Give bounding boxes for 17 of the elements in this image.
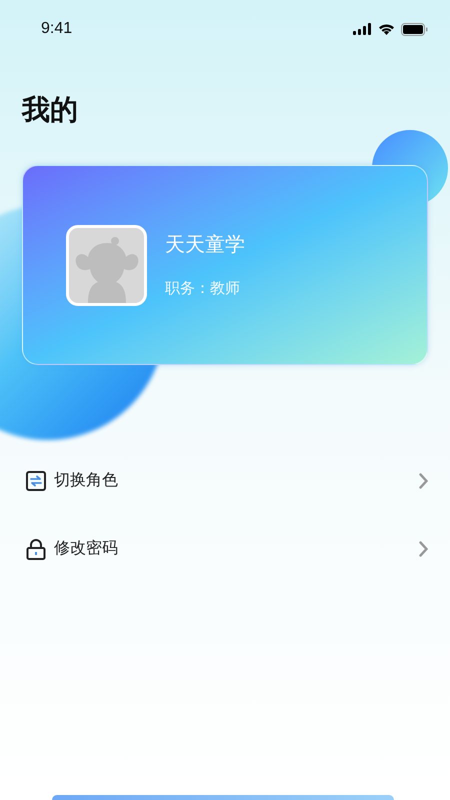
signal-icon xyxy=(353,23,372,35)
menu-item[interactable]: 修改密码 xyxy=(0,515,450,583)
status-time: 9:41 xyxy=(41,19,72,39)
menu-item[interactable]: 切换角色 xyxy=(0,447,450,515)
swap-icon xyxy=(26,471,46,491)
battery-icon xyxy=(401,22,428,36)
menu-label: 修改密码 xyxy=(54,538,119,559)
bottom-button[interactable] xyxy=(52,795,394,800)
chevron-icon xyxy=(419,473,428,489)
lock-icon xyxy=(26,538,46,560)
menu-label: 切换角色 xyxy=(54,470,119,491)
profile-role: 职务：教师 xyxy=(165,278,241,299)
silhouette-icon xyxy=(75,236,138,302)
page-title: 我的 xyxy=(22,96,78,124)
chevron-icon xyxy=(419,541,428,557)
wifi-icon xyxy=(378,23,395,35)
profile-name: 天天童学 xyxy=(165,232,245,258)
